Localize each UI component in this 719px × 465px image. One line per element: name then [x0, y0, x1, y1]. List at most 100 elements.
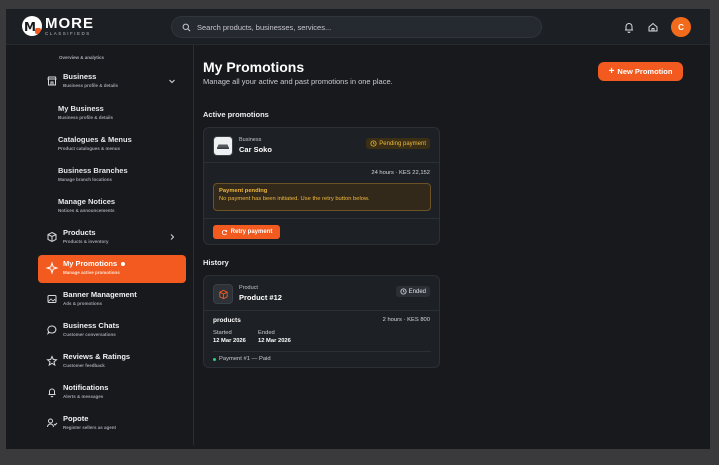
sidebar-item-business[interactable]: Business Business profile & details: [38, 72, 186, 88]
new-promotion-button[interactable]: + New Promotion: [598, 62, 683, 81]
sidebar-sub-label: My Business: [58, 104, 104, 113]
retry-payment-button[interactable]: Retry payment: [213, 225, 280, 239]
sidebar-sub-label: Catalogues & Menus: [58, 135, 132, 144]
clock-icon: [400, 288, 407, 295]
sidebar-sub-label: Business Branches: [58, 166, 128, 175]
promotion-category: products: [213, 317, 241, 324]
bell-icon[interactable]: [622, 20, 636, 34]
sidebar-item-sub: Products & inventory: [63, 239, 109, 244]
chevron-right-icon[interactable]: [168, 233, 176, 241]
promotion-meta: 2 hours · KES 800: [382, 317, 430, 323]
status-text: Ended: [408, 288, 426, 295]
sidebar-item-label: Business Chats: [63, 321, 120, 330]
payment-text: Payment #1 — Paid: [219, 356, 271, 362]
promotion-name: Car Soko: [239, 145, 272, 154]
sidebar-item-banners[interactable]: Banner Management Ads & promotions: [38, 290, 186, 306]
sidebar-item-label: Popote: [63, 414, 89, 423]
sidebar-item-branches[interactable]: Business Branches Manage branch location…: [58, 166, 128, 182]
clock-icon: [370, 140, 377, 147]
active-promotions-heading: Active promotions: [203, 110, 269, 119]
page-title: My Promotions: [203, 59, 305, 75]
retry-label: Retry payment: [230, 229, 273, 235]
product-thumbnail: [213, 284, 233, 304]
started-label: Started: [213, 330, 232, 336]
sidebar-item-label: Banner Management: [63, 290, 137, 299]
sidebar: Overview & analytics Business Business p…: [34, 45, 194, 445]
box-icon: [47, 231, 57, 243]
star-icon: [46, 355, 58, 367]
page-subtitle: Manage all your active and past promotio…: [203, 77, 393, 86]
paid-dot-icon: [213, 357, 216, 361]
sidebar-sub-desc: Business profile & details: [58, 115, 114, 120]
sidebar-item-notifications[interactable]: Notifications Alerts & messages: [38, 383, 186, 399]
sidebar-item-catalogues[interactable]: Catalogues & Menus Product catalogues & …: [58, 135, 132, 151]
status-badge: Ended: [395, 286, 430, 297]
card-header: Business Car Soko Pending payment: [204, 128, 439, 163]
sidebar-item-label: My Promotions: [63, 259, 118, 268]
alert-title: Payment pending: [219, 188, 268, 194]
promotion-name: Product #12: [239, 293, 282, 302]
sidebar-sub-label: Manage Notices: [58, 197, 116, 206]
user-check-icon: [47, 418, 58, 428]
bell-icon: [48, 388, 56, 398]
top-bar: M MORE CLASSIFIEDS Search products, busi…: [6, 9, 710, 45]
car-logo-icon: [217, 144, 229, 149]
promotion-kind: Product: [239, 285, 258, 291]
sidebar-item-label: Reviews & Ratings: [63, 352, 131, 361]
sidebar-item-promotions[interactable]: My Promotions Manage active promotions: [38, 255, 186, 283]
divider: [213, 351, 431, 352]
search-input[interactable]: Search products, businesses, services...: [171, 16, 542, 38]
image-icon: [47, 295, 57, 303]
sidebar-item-sub: Manage active promotions: [63, 270, 120, 275]
sidebar-overview-sub: Overview & analytics: [59, 55, 105, 60]
sidebar-item-chats[interactable]: Business Chats Customer conversations: [38, 321, 186, 337]
chevron-down-icon[interactable]: [168, 77, 176, 85]
history-promotion-card: Product Product #12 Ended products 2 hou…: [203, 275, 440, 368]
sidebar-item-label: Notifications: [63, 383, 109, 392]
sidebar-item-label: Business: [63, 72, 97, 81]
payment-alert: Payment pending No payment has been init…: [213, 183, 431, 211]
avatar[interactable]: C: [671, 17, 691, 37]
main-content: My Promotions Manage all your active and…: [203, 45, 703, 449]
sidebar-sub-desc: Notices & announcements: [58, 208, 115, 213]
history-heading: History: [203, 258, 229, 267]
sidebar-item-sub: Business profile & details: [63, 83, 119, 88]
sidebar-item-reviews[interactable]: Reviews & Ratings Customer feedback: [38, 352, 186, 368]
sidebar-item-sub: Alerts & messages: [63, 394, 104, 399]
sidebar-sub-desc: Manage branch locations: [58, 177, 113, 182]
brand-logo[interactable]: M MORE CLASSIFIEDS: [22, 16, 94, 37]
sidebar-sub-desc: Product catalogues & menus: [58, 146, 121, 151]
sidebar-item-products[interactable]: Products Products & inventory: [38, 228, 186, 244]
promotion-kind: Business: [239, 137, 262, 143]
sidebar-item-sub: Customer feedback: [63, 363, 105, 368]
active-dot: [121, 262, 126, 267]
sidebar-item-sub: Customer conversations: [63, 332, 116, 337]
status-text: Pending payment: [379, 140, 426, 147]
app-frame: M MORE CLASSIFIEDS Search products, busi…: [6, 9, 710, 449]
status-badge: Pending payment: [366, 138, 430, 149]
sidebar-item-sub: Ads & promotions: [63, 301, 102, 306]
payment-status: Payment #1 — Paid: [213, 356, 271, 362]
active-promotion-card: Business Car Soko Pending payment 24 hou…: [203, 127, 440, 245]
store-icon: [47, 76, 57, 86]
megaphone-icon: [45, 261, 59, 275]
new-promotion-label: New Promotion: [617, 67, 673, 76]
sidebar-item-sub: Register sellers as agent: [63, 425, 117, 430]
sidebar-item-popote[interactable]: Popote Register sellers as agent: [38, 414, 186, 430]
box-icon: [218, 289, 228, 299]
started-value: 12 Mar 2026: [213, 338, 246, 344]
search-icon: [182, 23, 191, 31]
logo-mark-icon: M: [22, 16, 42, 37]
sidebar-item-my-business[interactable]: My Business Business profile & details: [58, 104, 113, 120]
promotion-meta: 24 hours · KES 22,152: [371, 170, 430, 176]
business-thumbnail: [213, 136, 233, 156]
sidebar-item-notices[interactable]: Manage Notices Notices & announcements: [58, 197, 115, 213]
refresh-icon: [221, 229, 227, 235]
home-icon[interactable]: [646, 20, 660, 34]
ended-value: 12 Mar 2026: [258, 338, 291, 344]
ended-label: Ended: [258, 330, 275, 336]
card-footer: Retry payment: [204, 218, 439, 246]
brand-tagline: CLASSIFIEDS: [45, 31, 91, 36]
sidebar-item-label: Products: [63, 228, 96, 237]
brand-name: MORE: [45, 15, 94, 32]
